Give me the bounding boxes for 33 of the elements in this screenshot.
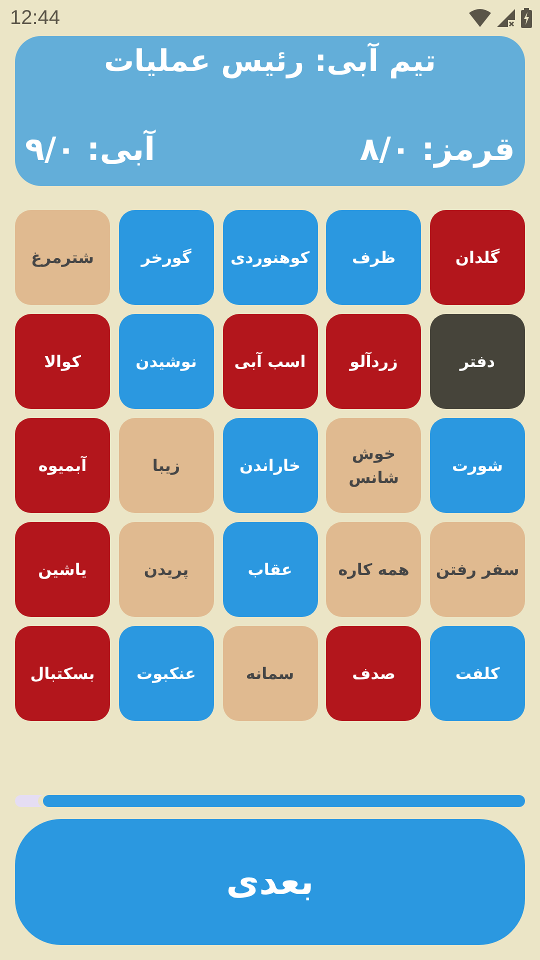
word-card[interactable]: خاراندن bbox=[222, 418, 318, 513]
word-card[interactable]: نوشیدن bbox=[118, 314, 214, 409]
team-score: آبی: ۹/۰ bbox=[25, 130, 156, 168]
word-card[interactable]: شترمرغ bbox=[15, 210, 110, 305]
word-card[interactable]: آبمیوه bbox=[15, 418, 110, 513]
word-card[interactable]: خوش شانس bbox=[326, 418, 422, 513]
word-card[interactable]: زیبا bbox=[118, 418, 214, 513]
status-time: 12:44 bbox=[10, 6, 60, 30]
word-card[interactable]: صدف bbox=[326, 626, 422, 721]
word-card[interactable]: زردآلو bbox=[326, 314, 422, 409]
word-card[interactable]: کوالا bbox=[15, 314, 110, 409]
word-card[interactable]: دفتر bbox=[430, 314, 525, 409]
word-card[interactable]: عنکبوت bbox=[118, 626, 214, 721]
turn-title: تیم آبی: رئیس عملیات bbox=[103, 44, 437, 79]
next-button[interactable]: بعدی bbox=[15, 819, 525, 945]
battery-charging-icon bbox=[521, 8, 532, 28]
word-card[interactable]: ظرف bbox=[326, 210, 422, 305]
word-card[interactable]: سمانه bbox=[222, 626, 318, 721]
word-card[interactable]: همه کاره bbox=[326, 522, 422, 617]
wifi-icon bbox=[469, 9, 491, 27]
word-card[interactable]: اسب آبی bbox=[222, 314, 318, 409]
signal-icon bbox=[497, 9, 515, 27]
word-card[interactable]: پریدن bbox=[118, 522, 214, 617]
word-card[interactable]: کلفت bbox=[430, 626, 525, 721]
word-card[interactable]: گورخر bbox=[118, 210, 214, 305]
word-card[interactable]: گلدان bbox=[430, 210, 525, 305]
word-card[interactable]: بسکتبال bbox=[15, 626, 110, 721]
word-card[interactable]: سفر رفتن bbox=[430, 522, 525, 617]
word-card[interactable]: عقاب bbox=[222, 522, 318, 617]
word-card[interactable]: شورت bbox=[430, 418, 525, 513]
word-card[interactable]: یاشین bbox=[15, 522, 110, 617]
team-score: قرمز: ۸/۰ bbox=[360, 130, 515, 168]
word-card[interactable]: کوهنوردی bbox=[222, 210, 318, 305]
